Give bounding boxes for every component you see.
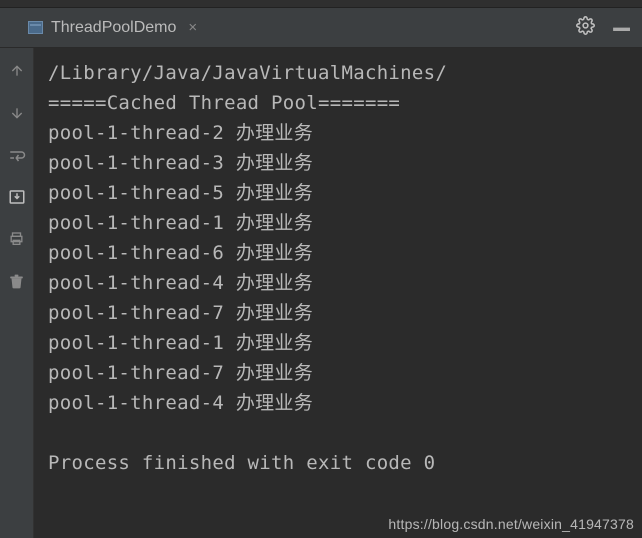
watermark: https://blog.csdn.net/weixin_41947378 xyxy=(388,516,634,532)
gutter-toolbar xyxy=(0,48,34,538)
console-line: pool-1-thread-4 办理业务 xyxy=(48,392,313,414)
down-arrow-icon[interactable] xyxy=(8,104,26,122)
scroll-to-end-icon[interactable] xyxy=(8,188,26,206)
trash-icon[interactable] xyxy=(8,272,26,290)
tab-threadpooldemo[interactable]: ThreadPoolDemo × xyxy=(18,13,207,43)
body: /Library/Java/JavaVirtualMachines/ =====… xyxy=(0,48,642,538)
console-line: pool-1-thread-5 办理业务 xyxy=(48,182,313,204)
console-line: /Library/Java/JavaVirtualMachines/ xyxy=(48,62,447,84)
tab-bar-actions: — xyxy=(576,16,632,39)
print-icon[interactable] xyxy=(8,230,26,248)
console-line: pool-1-thread-4 办理业务 xyxy=(48,272,313,294)
tab-bar: ThreadPoolDemo × — xyxy=(0,8,642,48)
console-line: pool-1-thread-3 办理业务 xyxy=(48,152,313,174)
console-line: pool-1-thread-7 办理业务 xyxy=(48,362,313,384)
soft-wrap-icon[interactable] xyxy=(8,146,26,164)
console-line: pool-1-thread-1 办理业务 xyxy=(48,212,313,234)
close-icon[interactable]: × xyxy=(188,19,197,36)
top-edge xyxy=(0,0,642,8)
console-line: pool-1-thread-7 办理业务 xyxy=(48,302,313,324)
minimize-icon[interactable]: — xyxy=(613,23,630,33)
gear-icon[interactable] xyxy=(576,16,595,39)
console-line: Process finished with exit code 0 xyxy=(48,452,435,474)
console-output[interactable]: /Library/Java/JavaVirtualMachines/ =====… xyxy=(34,48,642,538)
up-arrow-icon[interactable] xyxy=(8,62,26,80)
run-config-icon xyxy=(28,21,43,34)
console-line: pool-1-thread-6 办理业务 xyxy=(48,242,313,264)
console-line: pool-1-thread-1 办理业务 xyxy=(48,332,313,354)
console-line: =====Cached Thread Pool======= xyxy=(48,92,400,114)
ide-run-tool-window: ThreadPoolDemo × — xyxy=(0,0,642,538)
console-line: pool-1-thread-2 办理业务 xyxy=(48,122,313,144)
tab-title: ThreadPoolDemo xyxy=(51,19,176,37)
